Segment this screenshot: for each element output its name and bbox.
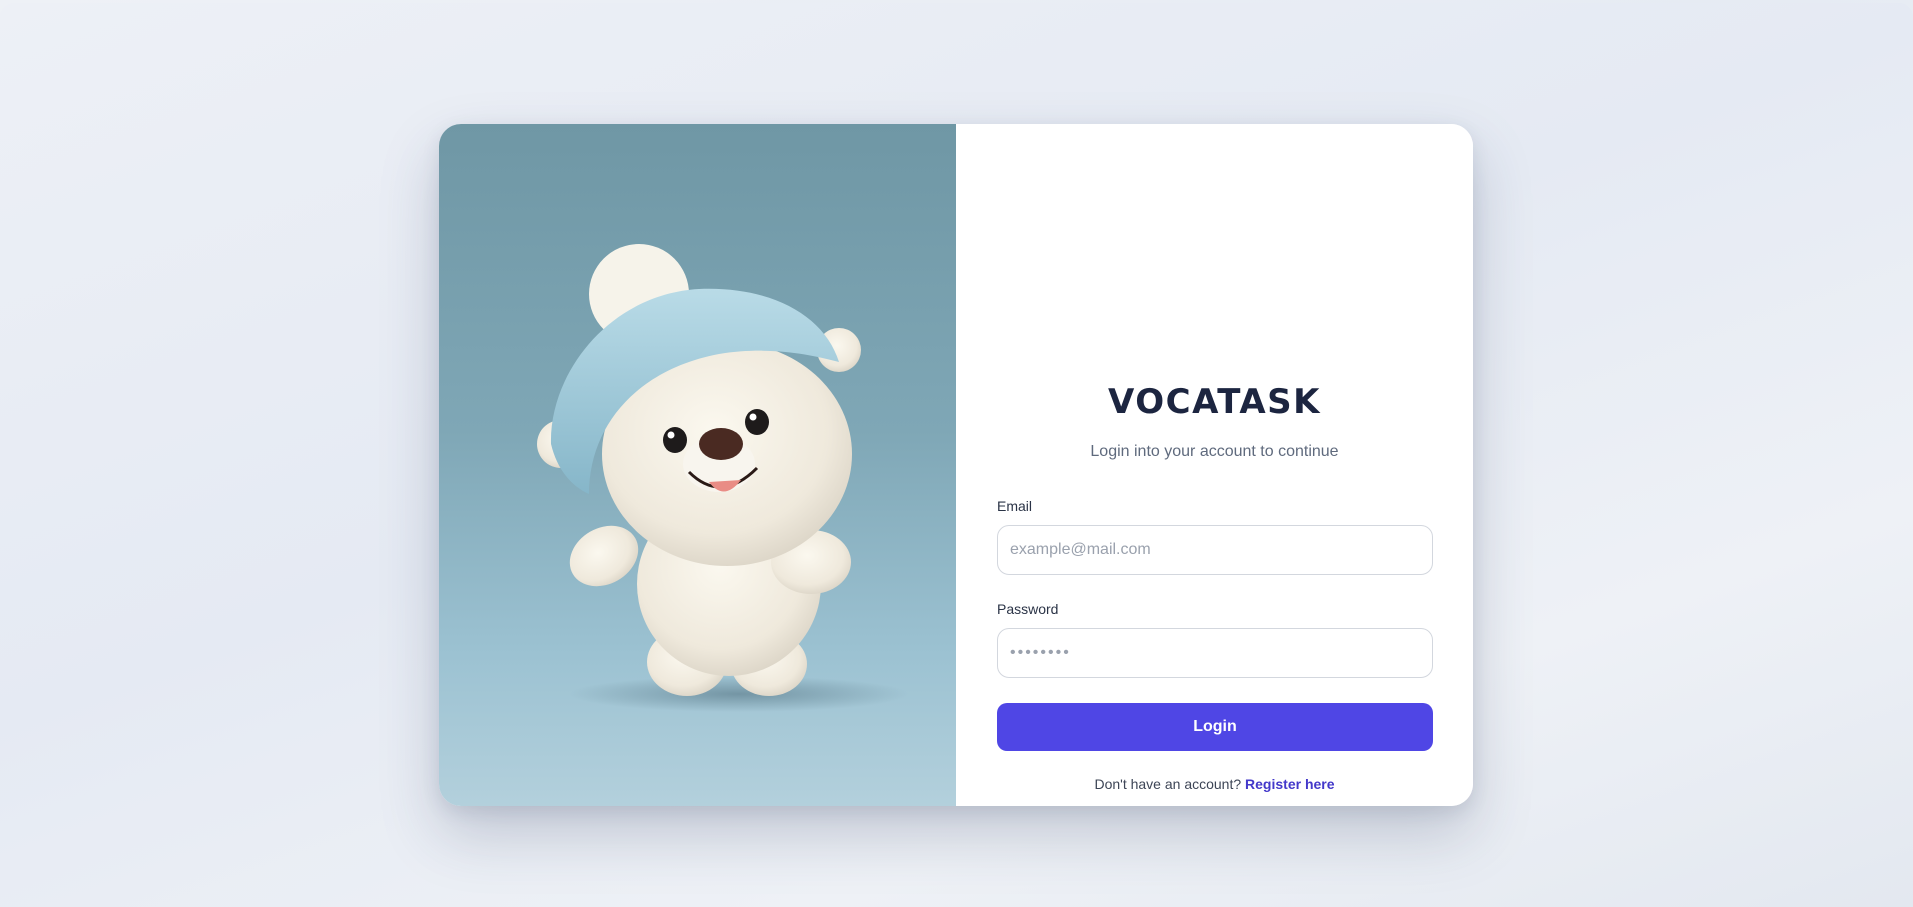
bear-mascot-icon — [537, 244, 909, 712]
password-field[interactable] — [997, 628, 1433, 678]
password-label: Password — [997, 601, 1059, 617]
email-label: Email — [997, 498, 1033, 514]
app-logo-title: VOCATASK — [1108, 382, 1321, 422]
mascot-illustration — [439, 124, 956, 806]
login-card: VOCATASK Login into your account to cont… — [439, 124, 1473, 806]
register-prompt-text: Don't have an account? — [1094, 776, 1242, 792]
login-button[interactable]: Login — [997, 703, 1433, 751]
login-subtitle: Login into your account to continue — [1090, 443, 1339, 460]
register-prompt-row: Don't have an account? Register here — [956, 776, 1473, 792]
login-form-panel: VOCATASK Login into your account to cont… — [956, 124, 1473, 806]
email-field[interactable] — [997, 525, 1433, 575]
register-link[interactable]: Register here — [1245, 776, 1334, 792]
